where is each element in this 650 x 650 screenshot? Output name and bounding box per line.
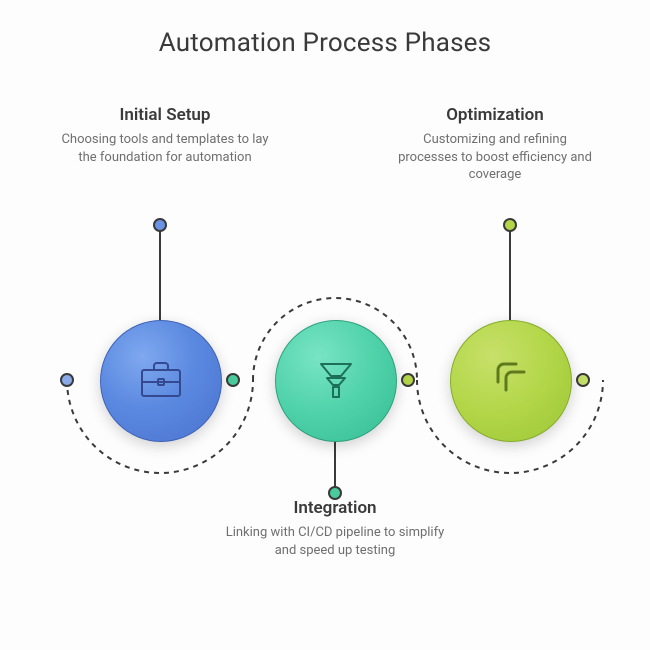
connector-stem [509, 228, 511, 320]
connector-stem [334, 440, 336, 490]
phase-node-initial-setup [100, 320, 222, 442]
link-dot [401, 373, 415, 387]
phase-description: Linking with CI/CD pipeline to simplify … [225, 524, 445, 559]
connector-stem [159, 228, 161, 320]
arrows-icon [484, 352, 538, 410]
phase-label-integration: Integration Linking with CI/CD pipeline … [225, 498, 445, 559]
phase-label-optimization: Optimization Customizing and refining pr… [395, 105, 595, 184]
funnel-icon [309, 352, 363, 410]
phase-description: Customizing and refining processes to bo… [395, 131, 595, 184]
diagram-stage: Automation Process Phases Initial Setup … [0, 0, 650, 650]
phase-node-integration [275, 320, 397, 442]
link-dot [576, 373, 590, 387]
link-dot [60, 373, 74, 387]
phase-node-optimization [450, 320, 572, 442]
connector-dot [153, 218, 167, 232]
link-dot [226, 373, 240, 387]
diagram-title: Automation Process Phases [0, 28, 650, 58]
phase-heading: Optimization [395, 105, 595, 125]
phase-heading: Initial Setup [60, 105, 270, 125]
connector-dot [503, 218, 517, 232]
briefcase-icon [134, 352, 188, 410]
phase-heading: Integration [225, 498, 445, 518]
phase-label-initial-setup: Initial Setup Choosing tools and templat… [60, 105, 270, 166]
phase-description: Choosing tools and templates to lay the … [60, 131, 270, 166]
